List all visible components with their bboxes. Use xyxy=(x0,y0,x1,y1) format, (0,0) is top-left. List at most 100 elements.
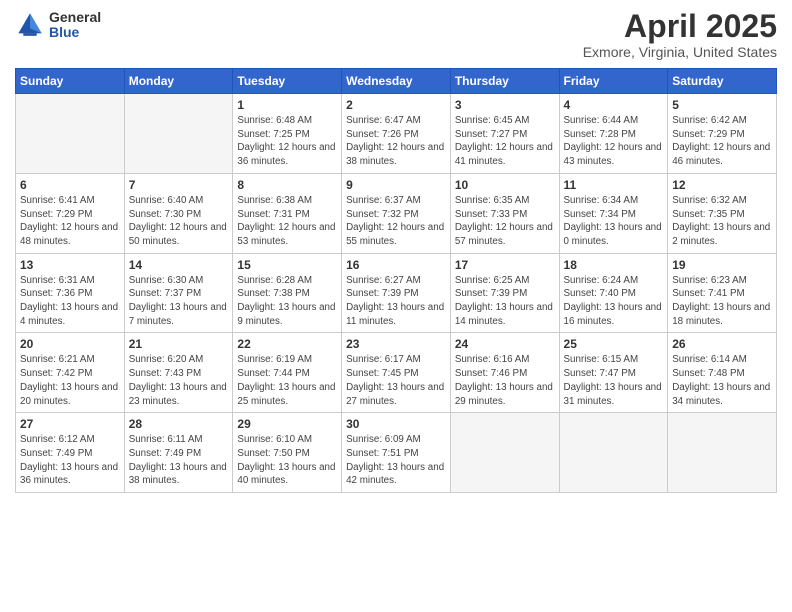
calendar-day-cell: 18Sunrise: 6:24 AM Sunset: 7:40 PM Dayli… xyxy=(559,253,668,333)
day-info: Sunrise: 6:15 AM Sunset: 7:47 PM Dayligh… xyxy=(564,353,664,408)
logo-text: General Blue xyxy=(49,10,101,41)
day-number: 27 xyxy=(20,417,120,431)
calendar-day-cell: 13Sunrise: 6:31 AM Sunset: 7:36 PM Dayli… xyxy=(16,253,125,333)
day-number: 8 xyxy=(237,178,337,192)
day-info: Sunrise: 6:32 AM Sunset: 7:35 PM Dayligh… xyxy=(672,194,772,249)
day-info: Sunrise: 6:34 AM Sunset: 7:34 PM Dayligh… xyxy=(564,194,664,249)
calendar-day-cell: 11Sunrise: 6:34 AM Sunset: 7:34 PM Dayli… xyxy=(559,173,668,253)
day-number: 28 xyxy=(129,417,229,431)
calendar-day-cell: 9 Sunrise: 6:37 AM Sunset: 7:32 PM Daylig… xyxy=(342,173,451,253)
day-info: Sunrise: 6:44 AM Sunset: 7:28 PM Dayligh… xyxy=(564,114,664,169)
day-info: Sunrise: 6:17 AM Sunset: 7:45 PM Dayligh… xyxy=(346,353,446,408)
day-info: Sunrise: 6:24 AM Sunset: 7:40 PM Dayligh… xyxy=(564,274,664,329)
day-number: 13 xyxy=(20,258,120,272)
calendar-day-cell: 28 Sunrise: 6:11 AM Sunset: 7:49 PM Dayli… xyxy=(124,413,233,493)
day-info: Sunrise: 6:38 AM Sunset: 7:31 PM Dayligh… xyxy=(237,194,337,249)
calendar-day-cell: 27 Sunrise: 6:12 AM Sunset: 7:49 PM Dayli… xyxy=(16,413,125,493)
calendar-day-cell: 14Sunrise: 6:30 AM Sunset: 7:37 PM Dayli… xyxy=(124,253,233,333)
title-block: April 2025 Exmore, Virginia, United Stat… xyxy=(583,10,777,60)
calendar-header-row: SundayMondayTuesdayWednesdayThursdayFrid… xyxy=(16,69,777,94)
calendar-week-row: 13Sunrise: 6:31 AM Sunset: 7:36 PM Dayli… xyxy=(16,253,777,333)
day-info: Sunrise: 6:12 AM Sunset: 7:49 PM Dayligh… xyxy=(20,433,120,488)
logo: General Blue xyxy=(15,10,101,41)
day-info: Sunrise: 6:23 AM Sunset: 7:41 PM Dayligh… xyxy=(672,274,772,329)
day-info: Sunrise: 6:41 AM Sunset: 7:29 PM Dayligh… xyxy=(20,194,120,249)
calendar-day-cell: 20 Sunrise: 6:21 AM Sunset: 7:42 PM Dayli… xyxy=(16,333,125,413)
day-number: 26 xyxy=(672,337,772,351)
subtitle: Exmore, Virginia, United States xyxy=(583,44,777,60)
header: General Blue April 2025 Exmore, Virginia… xyxy=(15,10,777,60)
calendar-day-cell: 6Sunrise: 6:41 AM Sunset: 7:29 PM Daylig… xyxy=(16,173,125,253)
calendar-day-cell: 23Sunrise: 6:17 AM Sunset: 7:45 PM Dayli… xyxy=(342,333,451,413)
calendar-header-thursday: Thursday xyxy=(450,69,559,94)
calendar-header-friday: Friday xyxy=(559,69,668,94)
day-number: 15 xyxy=(237,258,337,272)
day-info: Sunrise: 6:30 AM Sunset: 7:37 PM Dayligh… xyxy=(129,274,229,329)
calendar-day-cell xyxy=(668,413,777,493)
day-number: 20 xyxy=(20,337,120,351)
main-title: April 2025 xyxy=(583,10,777,42)
page: General Blue April 2025 Exmore, Virginia… xyxy=(0,0,792,612)
calendar-day-cell: 22 Sunrise: 6:19 AM Sunset: 7:44 PM Dayli… xyxy=(233,333,342,413)
day-number: 7 xyxy=(129,178,229,192)
day-info: Sunrise: 6:45 AM Sunset: 7:27 PM Dayligh… xyxy=(455,114,555,169)
day-info: Sunrise: 6:27 AM Sunset: 7:39 PM Dayligh… xyxy=(346,274,446,329)
calendar-day-cell: 24 Sunrise: 6:16 AM Sunset: 7:46 PM Dayli… xyxy=(450,333,559,413)
calendar-day-cell xyxy=(450,413,559,493)
calendar-week-row: 6Sunrise: 6:41 AM Sunset: 7:29 PM Daylig… xyxy=(16,173,777,253)
day-info: Sunrise: 6:11 AM Sunset: 7:49 PM Dayligh… xyxy=(129,433,229,488)
day-number: 9 xyxy=(346,178,446,192)
day-number: 12 xyxy=(672,178,772,192)
day-number: 16 xyxy=(346,258,446,272)
day-number: 17 xyxy=(455,258,555,272)
day-number: 29 xyxy=(237,417,337,431)
calendar-table: SundayMondayTuesdayWednesdayThursdayFrid… xyxy=(15,68,777,493)
day-number: 19 xyxy=(672,258,772,272)
calendar-header-tuesday: Tuesday xyxy=(233,69,342,94)
day-info: Sunrise: 6:25 AM Sunset: 7:39 PM Dayligh… xyxy=(455,274,555,329)
calendar-day-cell: 8 Sunrise: 6:38 AM Sunset: 7:31 PM Daylig… xyxy=(233,173,342,253)
day-number: 3 xyxy=(455,98,555,112)
calendar-day-cell: 19 Sunrise: 6:23 AM Sunset: 7:41 PM Dayli… xyxy=(668,253,777,333)
calendar-day-cell: 7 Sunrise: 6:40 AM Sunset: 7:30 PM Daylig… xyxy=(124,173,233,253)
calendar-day-cell: 15Sunrise: 6:28 AM Sunset: 7:38 PM Dayli… xyxy=(233,253,342,333)
day-info: Sunrise: 6:40 AM Sunset: 7:30 PM Dayligh… xyxy=(129,194,229,249)
calendar-day-cell: 10 Sunrise: 6:35 AM Sunset: 7:33 PM Dayli… xyxy=(450,173,559,253)
day-number: 24 xyxy=(455,337,555,351)
day-number: 25 xyxy=(564,337,664,351)
day-info: Sunrise: 6:21 AM Sunset: 7:42 PM Dayligh… xyxy=(20,353,120,408)
calendar-header-wednesday: Wednesday xyxy=(342,69,451,94)
day-info: Sunrise: 6:16 AM Sunset: 7:46 PM Dayligh… xyxy=(455,353,555,408)
day-number: 5 xyxy=(672,98,772,112)
day-info: Sunrise: 6:19 AM Sunset: 7:44 PM Dayligh… xyxy=(237,353,337,408)
calendar-day-cell: 21Sunrise: 6:20 AM Sunset: 7:43 PM Dayli… xyxy=(124,333,233,413)
day-number: 1 xyxy=(237,98,337,112)
day-number: 10 xyxy=(455,178,555,192)
day-info: Sunrise: 6:35 AM Sunset: 7:33 PM Dayligh… xyxy=(455,194,555,249)
calendar-header-saturday: Saturday xyxy=(668,69,777,94)
day-info: Sunrise: 6:48 AM Sunset: 7:25 PM Dayligh… xyxy=(237,114,337,169)
calendar-header-sunday: Sunday xyxy=(16,69,125,94)
day-number: 21 xyxy=(129,337,229,351)
calendar-day-cell: 2Sunrise: 6:47 AM Sunset: 7:26 PM Daylig… xyxy=(342,94,451,174)
calendar-week-row: 1 Sunrise: 6:48 AM Sunset: 7:25 PM Daylig… xyxy=(16,94,777,174)
calendar-day-cell xyxy=(16,94,125,174)
calendar-week-row: 27 Sunrise: 6:12 AM Sunset: 7:49 PM Dayli… xyxy=(16,413,777,493)
calendar-day-cell: 12 Sunrise: 6:32 AM Sunset: 7:35 PM Dayli… xyxy=(668,173,777,253)
day-info: Sunrise: 6:37 AM Sunset: 7:32 PM Dayligh… xyxy=(346,194,446,249)
calendar-week-row: 20 Sunrise: 6:21 AM Sunset: 7:42 PM Dayli… xyxy=(16,333,777,413)
calendar-day-cell: 4Sunrise: 6:44 AM Sunset: 7:28 PM Daylig… xyxy=(559,94,668,174)
calendar-header-monday: Monday xyxy=(124,69,233,94)
day-info: Sunrise: 6:47 AM Sunset: 7:26 PM Dayligh… xyxy=(346,114,446,169)
day-number: 30 xyxy=(346,417,446,431)
day-number: 22 xyxy=(237,337,337,351)
day-info: Sunrise: 6:10 AM Sunset: 7:50 PM Dayligh… xyxy=(237,433,337,488)
calendar-day-cell: 25 Sunrise: 6:15 AM Sunset: 7:47 PM Dayli… xyxy=(559,333,668,413)
calendar-day-cell: 3 Sunrise: 6:45 AM Sunset: 7:27 PM Daylig… xyxy=(450,94,559,174)
calendar-day-cell: 16 Sunrise: 6:27 AM Sunset: 7:39 PM Dayli… xyxy=(342,253,451,333)
calendar-day-cell: 26 Sunrise: 6:14 AM Sunset: 7:48 PM Dayli… xyxy=(668,333,777,413)
calendar-day-cell xyxy=(559,413,668,493)
day-info: Sunrise: 6:14 AM Sunset: 7:48 PM Dayligh… xyxy=(672,353,772,408)
calendar-day-cell: 17 Sunrise: 6:25 AM Sunset: 7:39 PM Dayli… xyxy=(450,253,559,333)
calendar-day-cell: 1 Sunrise: 6:48 AM Sunset: 7:25 PM Daylig… xyxy=(233,94,342,174)
